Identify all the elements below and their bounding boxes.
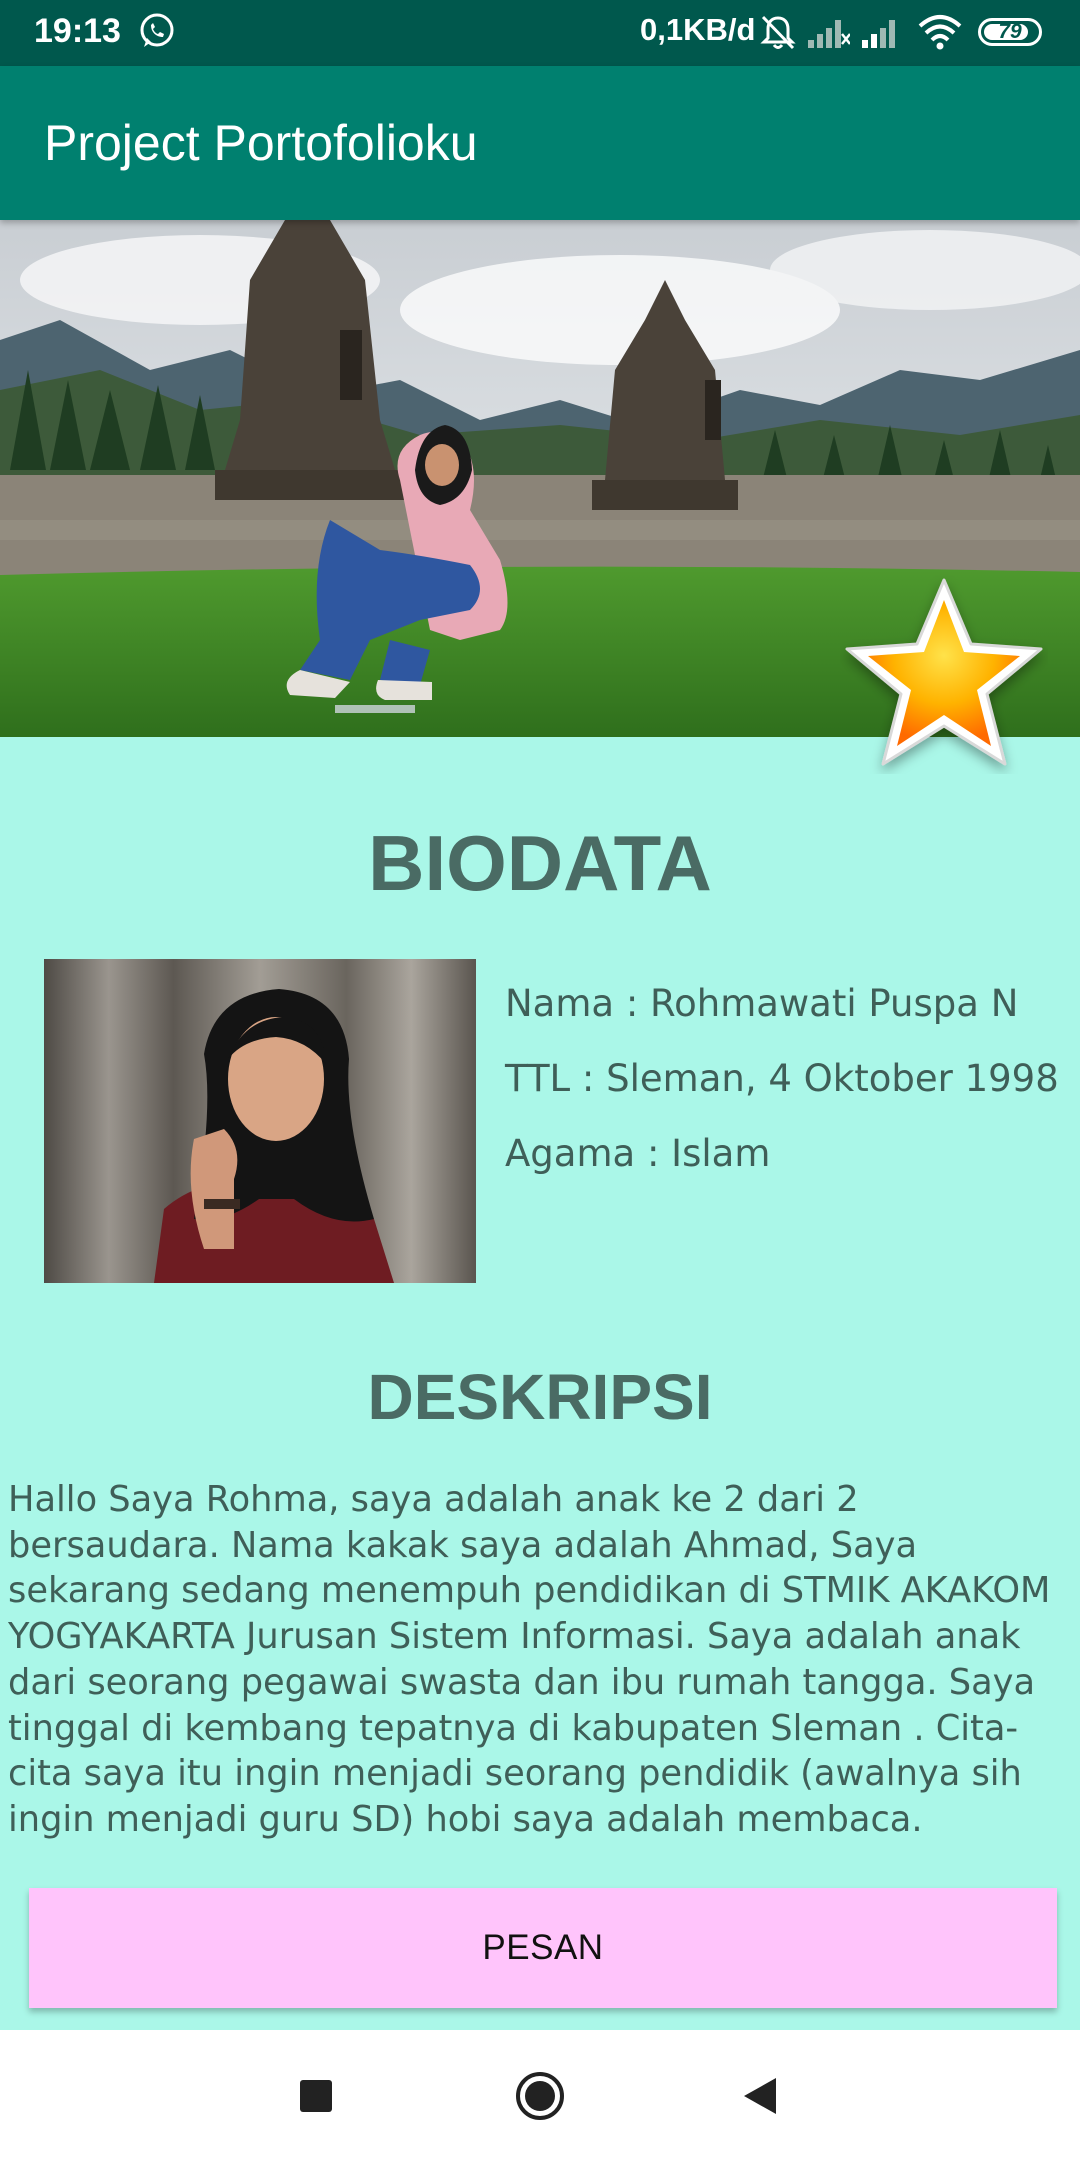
biodata-info: Nama : Rohmawati Puspa N TTL : Sleman, 4…: [505, 966, 1059, 1191]
deskripsi-text: Hallo Saya Rohma, saya adalah anak ke 2 …: [8, 1479, 1051, 1840]
navigation-bar: [0, 2030, 1080, 2160]
battery-icon: 79: [978, 18, 1042, 46]
signal-icon: [808, 20, 850, 48]
profile-photo: [44, 959, 476, 1283]
battery-level: 79: [998, 20, 1022, 43]
status-bar: 19:13 0,1KB/d 79: [0, 0, 1080, 66]
status-time: 19:13: [34, 12, 121, 50]
wifi-icon: [918, 15, 962, 50]
biodata-agama: Agama : Islam: [505, 1132, 771, 1175]
biodata-name: Nama : Rohmawati Puspa N: [505, 982, 1019, 1025]
app-bar: Project Portofolioku: [0, 66, 1080, 220]
back-icon[interactable]: [742, 2076, 778, 2116]
home-icon[interactable]: [514, 2070, 566, 2122]
biodata-ttl: TTL : Sleman, 4 Oktober 1998: [505, 1057, 1059, 1100]
mute-icon: [760, 15, 796, 50]
app-title: Project Portofolioku: [44, 115, 478, 171]
deskripsi-heading: DESKRIPSI: [367, 1361, 713, 1433]
whatsapp-icon: [140, 13, 174, 47]
signal-icon: [862, 20, 895, 48]
data-rate: 0,1KB/d: [640, 12, 756, 47]
biodata-heading: BIODATA: [368, 819, 712, 907]
recents-icon[interactable]: [300, 2080, 332, 2112]
pesan-button[interactable]: PESAN: [29, 1888, 1057, 2008]
favorite-star-icon[interactable]: [840, 574, 1048, 774]
